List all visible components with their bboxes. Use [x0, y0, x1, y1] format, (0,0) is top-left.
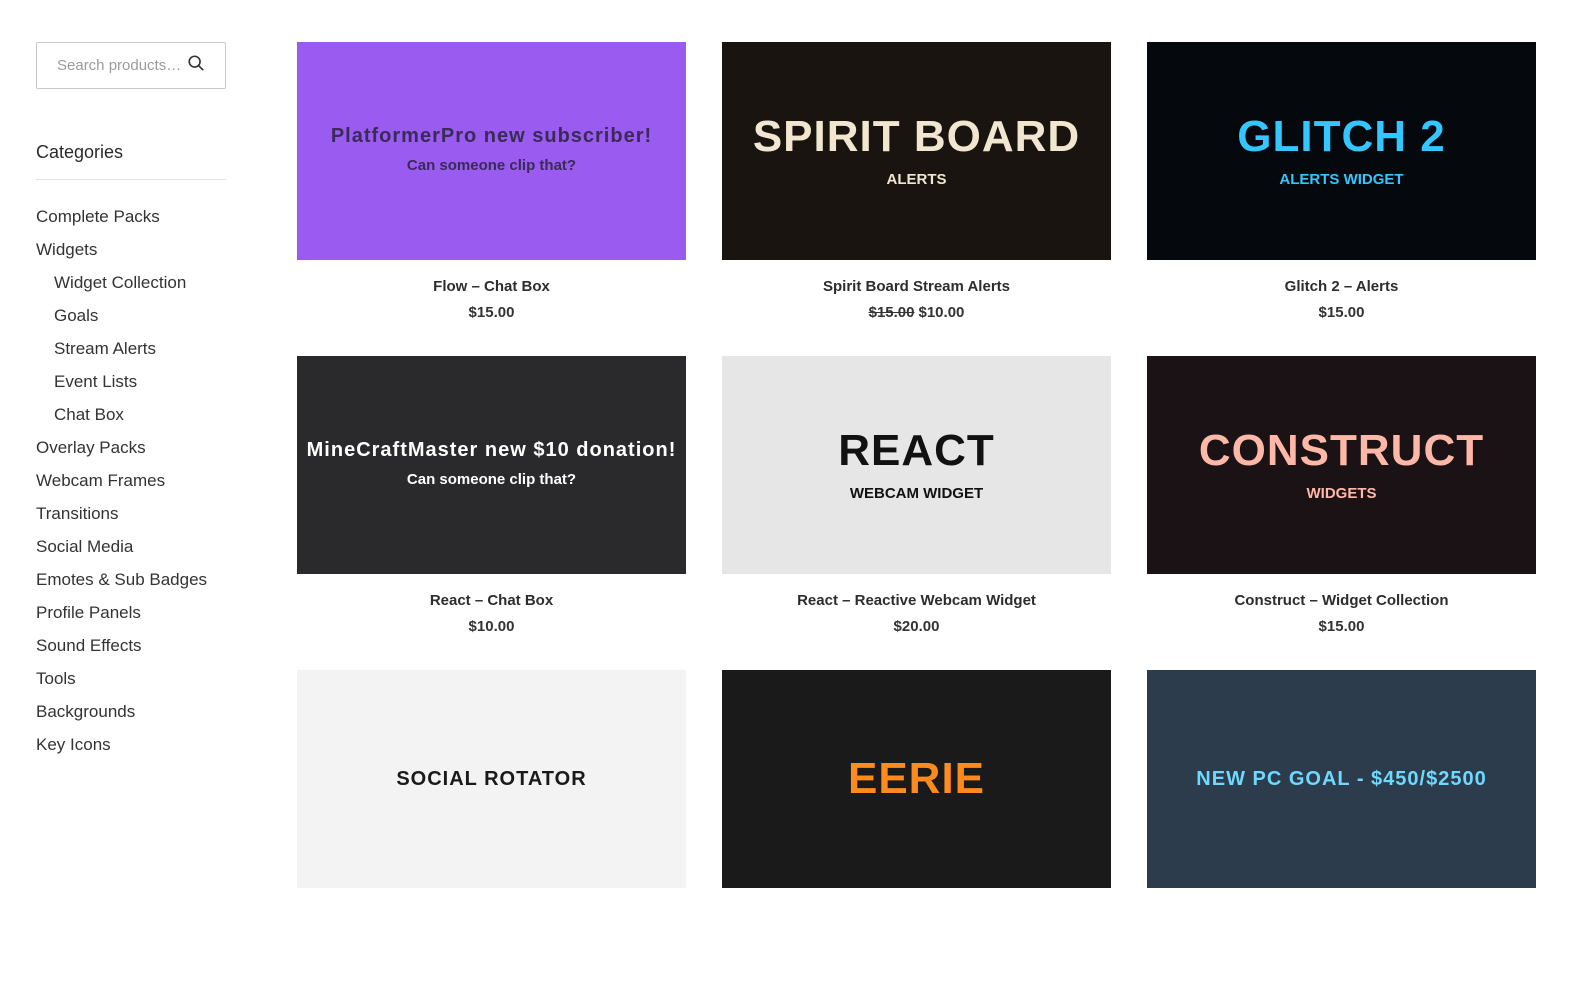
product-price: $20.00	[722, 618, 1111, 635]
image-headline: SPIRIT BOARD	[752, 111, 1081, 161]
category-link[interactable]: Widget Collection	[36, 273, 226, 306]
image-subheadline: WEBCAM WIDGET	[849, 484, 984, 502]
product-name[interactable]: Flow – Chat Box	[297, 278, 686, 295]
product-card: MineCraftMaster new $10 donation! Can som…	[297, 356, 686, 670]
product-card: EERIE	[722, 670, 1111, 984]
product-image[interactable]: PlatformerPro new subscriber! Can someone…	[297, 42, 686, 260]
product-card: SOCIAL ROTATOR	[297, 670, 686, 984]
image-headline: REACT	[838, 425, 995, 475]
current-price: $15.00	[1318, 618, 1365, 635]
product-price: $10.00	[297, 618, 686, 635]
sidebar: Categories Complete PacksWidgetsWidget C…	[36, 42, 226, 768]
product-image[interactable]: EERIE	[722, 670, 1111, 888]
category-link[interactable]: Backgrounds	[36, 702, 226, 735]
category-link[interactable]: Stream Alerts	[36, 339, 226, 372]
product-price: $15.00 $10.00	[722, 304, 1111, 321]
image-subheadline: Can someone clip that?	[406, 471, 577, 488]
product-card: SPIRIT BOARD ALERTS Spirit Board Stream Al…	[722, 42, 1111, 356]
image-headline: EERIE	[847, 754, 986, 803]
current-price: $10.00	[918, 304, 965, 321]
image-headline: PlatformerPro new subscriber!	[330, 125, 653, 147]
image-subheadline: ALERTS WIDGET	[1279, 170, 1404, 188]
category-link[interactable]: Tools	[36, 669, 226, 702]
current-price: $15.00	[468, 304, 515, 321]
category-link[interactable]: Emotes & Sub Badges	[36, 570, 226, 603]
image-headline: NEW PC GOAL - $450/$2500	[1196, 767, 1487, 790]
search-input[interactable]	[57, 57, 182, 74]
product-card: REACT WEBCAM WIDGET React – Reactive Webca…	[722, 356, 1111, 670]
product-card: PlatformerPro new subscriber! Can someone…	[297, 42, 686, 356]
product-price: $15.00	[1147, 618, 1536, 635]
product-card: CONSTRUCT WIDGETS Construct – Widget Colle…	[1147, 356, 1536, 670]
category-link[interactable]: Complete Packs	[36, 207, 226, 240]
product-name[interactable]: Glitch 2 – Alerts	[1147, 278, 1536, 295]
category-link[interactable]: Goals	[36, 306, 226, 339]
product-image[interactable]: NEW PC GOAL - $450/$2500	[1147, 670, 1536, 888]
search-icon[interactable]	[187, 54, 205, 77]
categories-heading: Categories	[36, 142, 226, 180]
product-grid: PlatformerPro new subscriber! Can someone…	[297, 42, 1536, 984]
product-image[interactable]: GLITCH 2 ALERTS WIDGET	[1147, 42, 1536, 260]
original-price: $15.00	[868, 304, 915, 321]
product-image[interactable]: SOCIAL ROTATOR	[297, 670, 686, 888]
category-link[interactable]: Event Lists	[36, 372, 226, 405]
product-card: NEW PC GOAL - $450/$2500	[1147, 670, 1536, 984]
category-link[interactable]: Social Media	[36, 537, 226, 570]
product-name[interactable]: React – Reactive Webcam Widget	[722, 592, 1111, 609]
current-price: $20.00	[893, 618, 940, 635]
category-link[interactable]: Sound Effects	[36, 636, 226, 669]
category-link[interactable]: Overlay Packs	[36, 438, 226, 471]
product-name[interactable]: Spirit Board Stream Alerts	[722, 278, 1111, 295]
category-link[interactable]: Widgets	[36, 240, 226, 273]
category-link[interactable]: Profile Panels	[36, 603, 226, 636]
product-image[interactable]: REACT WEBCAM WIDGET	[722, 356, 1111, 574]
category-link[interactable]: Transitions	[36, 504, 226, 537]
current-price: $10.00	[468, 618, 515, 635]
product-image[interactable]: CONSTRUCT WIDGETS	[1147, 356, 1536, 574]
image-headline: MineCraftMaster new $10 donation!	[306, 439, 677, 461]
image-subheadline: Can someone clip that?	[406, 157, 577, 174]
product-name[interactable]: React – Chat Box	[297, 592, 686, 609]
image-headline: SOCIAL ROTATOR	[396, 767, 587, 790]
image-headline: CONSTRUCT	[1198, 425, 1485, 475]
category-link[interactable]: Chat Box	[36, 405, 226, 438]
image-subheadline: WIDGETS	[1306, 484, 1377, 502]
category-link[interactable]: Webcam Frames	[36, 471, 226, 504]
image-headline: GLITCH 2	[1237, 111, 1446, 161]
category-link[interactable]: Key Icons	[36, 735, 226, 768]
product-price: $15.00	[297, 304, 686, 321]
category-list: Complete Packs Widgets Widget Collection Go…	[36, 207, 226, 768]
product-price: $15.00	[1147, 304, 1536, 321]
search-box[interactable]	[36, 42, 226, 89]
product-name[interactable]: Construct – Widget Collection	[1147, 592, 1536, 609]
current-price: $15.00	[1318, 304, 1365, 321]
product-card: GLITCH 2 ALERTS WIDGET Glitch 2 – Alerts $1…	[1147, 42, 1536, 356]
image-subheadline: ALERTS	[886, 170, 947, 188]
product-image[interactable]: SPIRIT BOARD ALERTS	[722, 42, 1111, 260]
product-image[interactable]: MineCraftMaster new $10 donation! Can som…	[297, 356, 686, 574]
